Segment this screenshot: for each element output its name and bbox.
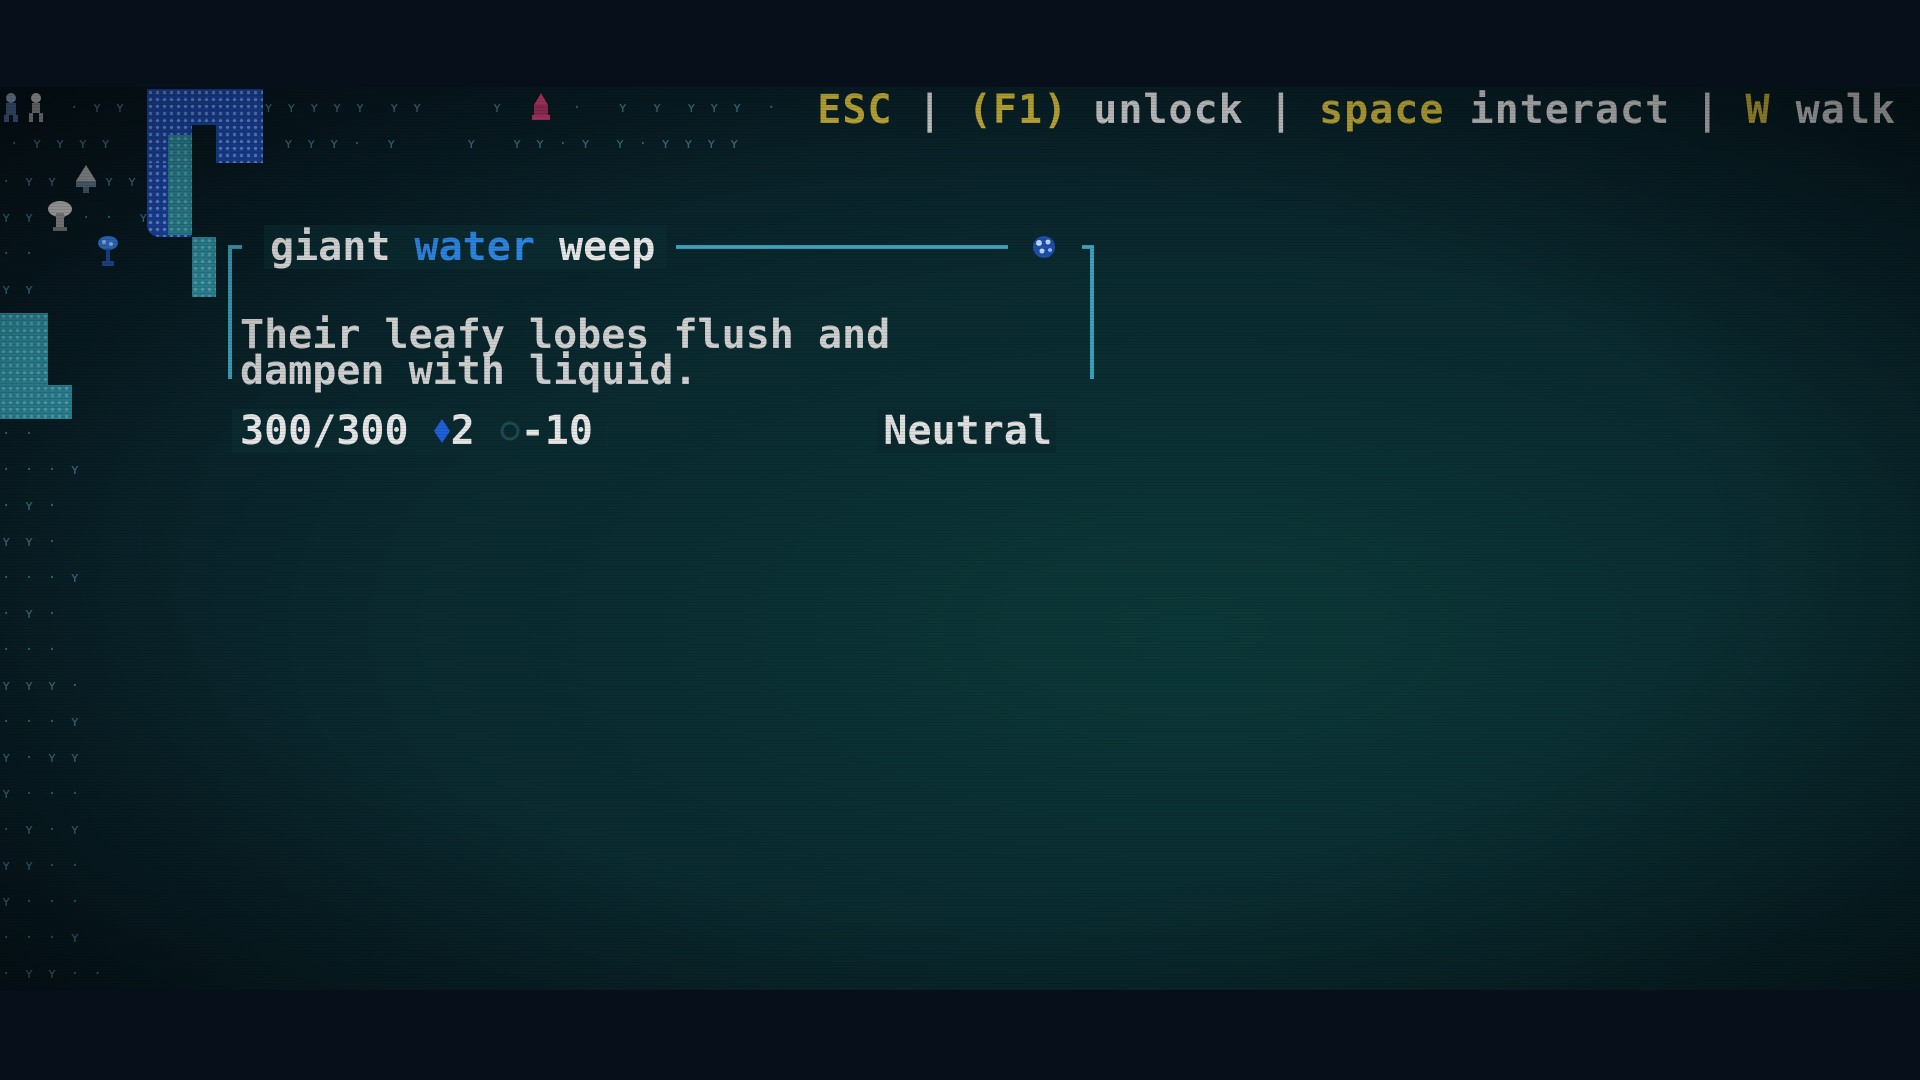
grass-row: · · · ʏ [2,462,83,478]
walk-action-label[interactable]: walk [1796,87,1896,133]
title-word: giant [270,224,391,270]
grass-row: ʏ ʏ ʏ · [2,678,83,694]
shallow-water-tile [192,237,216,297]
unlock-hotkey[interactable]: (F1) [968,87,1068,133]
game-screen: · ʏ ʏ ʏ ʏ ʏ ʏ ʏ ʏ ʏ ʏ ʏ · ʏ ʏ ʏ ʏ ʏ · · … [0,87,1920,990]
grass-row: · ʏ · ʏ [2,822,83,838]
tent-icon [72,163,100,195]
grass-row: · ʏ ʏ ʏ ʏ ʏ · · ʏ ʏ ʏ · ʏ ʏ ʏ ʏ · ʏ ʏ · … [10,136,742,152]
unlock-action-label[interactable]: unlock [1093,87,1244,133]
water-weep-icon[interactable] [96,235,120,269]
tooltip-title: giant water weep [264,224,668,270]
mushroom-icon [46,199,74,233]
grass-row: ʏ · · · [2,894,83,910]
armor-value: 2 [450,408,475,454]
grass-row: · · · ʏ [2,930,83,946]
player-icon[interactable] [0,91,48,123]
look-tooltip: giant water weep Their leafy lobes flush… [228,179,1094,453]
grass-row: · ʏ ʏ · · [2,966,105,982]
grass-row: · · [2,426,37,442]
hitpoints-value: 300/300 [240,408,409,454]
grass-row: · · · ʏ [2,714,83,730]
hotkey-separator: | [917,87,943,133]
tooltip-description: Their leafy lobes flush and dampen with … [240,312,891,394]
dodge-value: -10 [520,408,593,454]
grass-row: · · · ʏ [2,570,83,586]
hotkey-bar: ESC | (F1) unlock | space interact | W w… [817,87,1896,133]
esc-hotkey[interactable]: ESC [817,87,892,133]
ring-icon [499,420,521,442]
grass-row: ʏ · · · [2,786,83,802]
grass-row: · ʏ · [2,498,60,514]
dark-floor-tile [192,125,216,163]
grass-row: ʏ ʏ · · [2,858,83,874]
hotkey-separator: | [1695,87,1721,133]
grass-row: ʏ ʏ ʏ · · ʏ [2,210,151,226]
feeling-label: Neutral [877,409,1056,453]
grass-row: · · [2,246,37,262]
tooltip-stats: 300/300 2 -10 [232,409,605,453]
grass-row: ʏ · ʏ ʏ [2,750,83,766]
grass-row: · · · [2,642,60,658]
water-weep-icon [1030,233,1058,265]
walk-hotkey[interactable]: W [1745,87,1770,133]
interact-action-label[interactable]: interact [1470,87,1671,133]
title-water-word: water [414,224,535,270]
shallow-water-tile [0,313,48,385]
grass-row: · ʏ · [2,606,60,622]
shallow-water-tile [0,385,72,419]
grass-row: ʏ ʏ [2,282,37,298]
title-word: weep [559,224,656,270]
interact-hotkey[interactable]: space [1319,87,1444,133]
fire-creature-icon[interactable] [528,91,554,123]
hotkey-separator: | [1268,87,1294,133]
diamond-icon [433,418,451,444]
grass-row: ʏ ʏ · [2,534,60,550]
shallow-water-tile [168,135,192,235]
